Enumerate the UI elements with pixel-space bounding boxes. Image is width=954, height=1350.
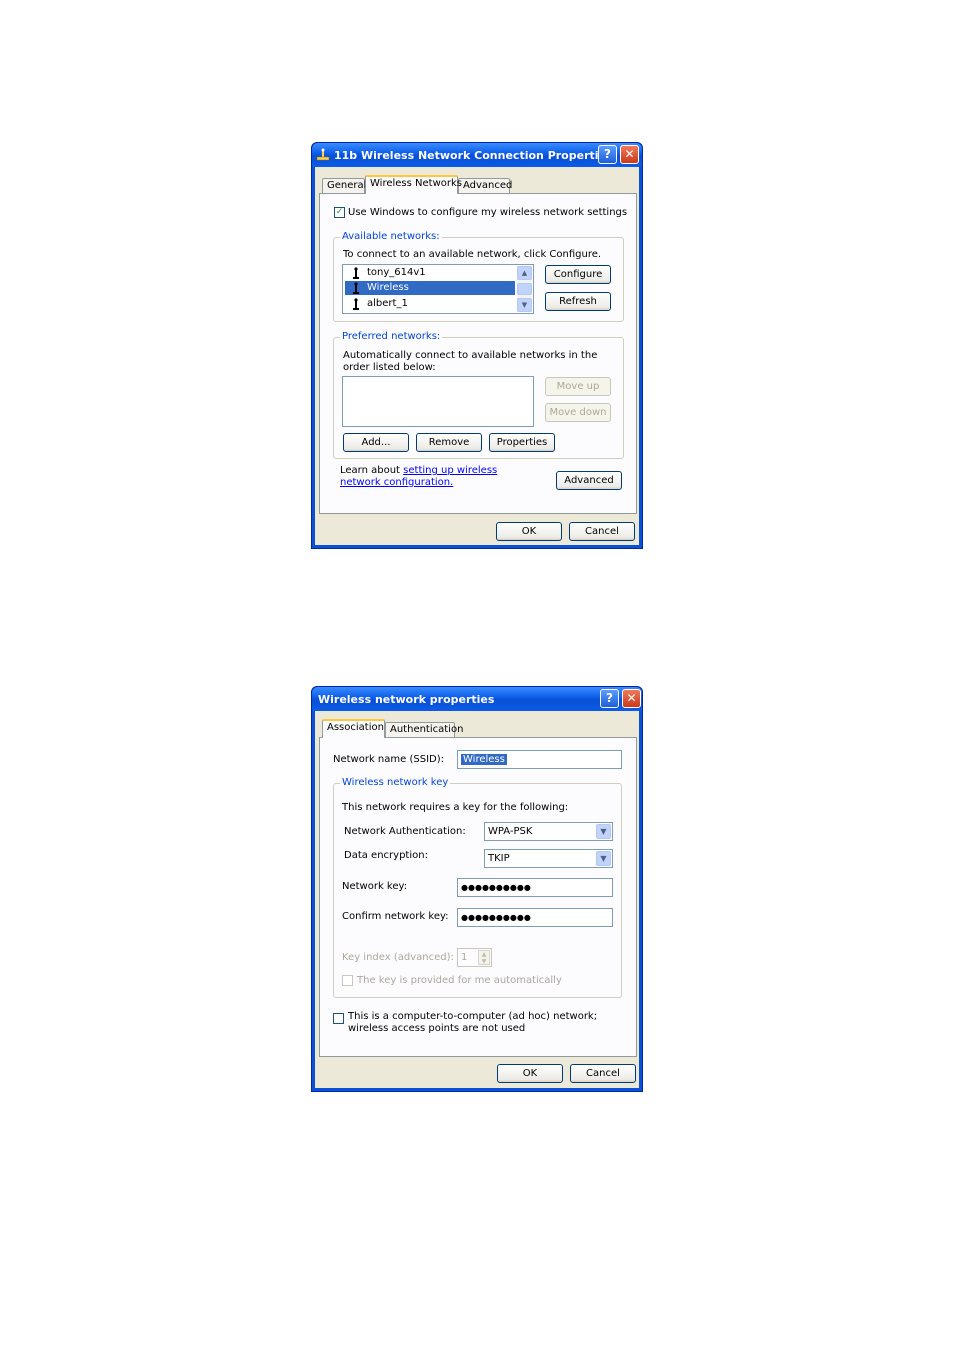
wireless-network-key-group: Wireless network key This network requir…: [333, 777, 622, 998]
preferred-networks-list[interactable]: [342, 376, 534, 427]
title-bar[interactable]: Wireless network properties ? ✕: [312, 687, 642, 711]
available-instruction: To connect to an available network, clic…: [343, 249, 602, 260]
learn-about-text: Learn about setting up wireless network …: [340, 465, 530, 489]
tab-advanced[interactable]: Advanced: [458, 178, 512, 194]
key-index-spinner[interactable]: 1 ▲ ▼: [457, 948, 492, 967]
tab-authentication[interactable]: Authentication: [385, 722, 463, 738]
auth-value: WPA-PSK: [488, 826, 533, 837]
auto-key-checkbox[interactable]: [342, 975, 353, 986]
confirm-key-input[interactable]: ●●●●●●●●●●: [457, 908, 613, 927]
dialog-client-area: Association Authentication Network name …: [315, 711, 639, 1088]
preferred-instruction: Automatically connect to available netwo…: [343, 350, 598, 373]
close-button[interactable]: ✕: [622, 689, 641, 708]
list-scrollbar[interactable]: ▲ ▼: [517, 266, 532, 312]
tab-panel: ✓ Use Windows to configure my wireless n…: [319, 193, 637, 514]
dialog-title: Wireless network properties: [318, 693, 495, 706]
confirm-key-label: Confirm network key:: [342, 911, 449, 922]
antenna-icon: [353, 267, 359, 279]
help-button[interactable]: ?: [600, 689, 619, 708]
adhoc-checkbox[interactable]: [333, 1013, 344, 1024]
key-index-value: 1: [461, 952, 468, 963]
tab-wireless-networks[interactable]: Wireless Networks: [365, 175, 462, 194]
wireless-network-properties-dialog: Wireless network properties ? ✕ Associat…: [311, 686, 643, 1092]
network-authentication-select[interactable]: WPA-PSK ▼: [484, 822, 613, 841]
key-instruction: This network requires a key for the foll…: [342, 802, 569, 813]
auto-key-label: The key is provided for me automatically: [357, 975, 562, 986]
network-connection-icon: [316, 148, 330, 161]
ssid-value: Wireless: [461, 754, 507, 765]
list-item[interactable]: albert_1: [345, 297, 515, 311]
preferred-networks-title: Preferred networks:: [340, 331, 443, 342]
wireless-network-key-title: Wireless network key: [340, 777, 451, 788]
antenna-icon: [353, 298, 359, 310]
configure-button[interactable]: Configure: [545, 265, 611, 284]
refresh-button[interactable]: Refresh: [545, 292, 611, 311]
tab-panel: Network name (SSID): Wireless Wireless n…: [319, 737, 637, 1057]
cancel-button[interactable]: Cancel: [569, 522, 635, 541]
help-button[interactable]: ?: [598, 145, 617, 164]
scroll-thumb[interactable]: [517, 283, 532, 295]
network-name: albert_1: [367, 298, 408, 309]
scroll-up-arrow-icon[interactable]: ▲: [517, 266, 532, 280]
dialog-client-area: General Wireless Networks Advanced ✓ Use…: [315, 167, 639, 545]
available-networks-title: Available networks:: [340, 231, 442, 242]
advanced-button[interactable]: Advanced: [556, 471, 622, 490]
ok-button[interactable]: OK: [496, 522, 562, 541]
chevron-down-icon[interactable]: ▼: [596, 851, 611, 866]
wireless-connection-properties-dialog: 11b Wireless Network Connection Properti…: [311, 142, 643, 549]
cancel-button[interactable]: Cancel: [570, 1064, 636, 1083]
data-encryption-select[interactable]: TKIP ▼: [484, 849, 613, 868]
available-networks-group: Available networks: To connect to an ava…: [333, 231, 624, 322]
title-bar[interactable]: 11b Wireless Network Connection Properti…: [312, 143, 642, 167]
ok-button[interactable]: OK: [497, 1064, 563, 1083]
use-windows-checkbox[interactable]: ✓: [334, 207, 345, 218]
key-index-label: Key index (advanced):: [342, 952, 454, 963]
list-item[interactable]: tony_614v1: [345, 266, 515, 280]
available-networks-list[interactable]: tony_614v1 Wireless albert_1 ▲ ▼: [342, 264, 534, 314]
auth-label: Network Authentication:: [344, 826, 466, 837]
learn-prefix: Learn about: [340, 465, 404, 476]
close-button[interactable]: ✕: [620, 145, 639, 164]
preferred-networks-group: Preferred networks: Automatically connec…: [333, 331, 624, 459]
move-down-button[interactable]: Move down: [545, 403, 611, 422]
encryption-value: TKIP: [488, 853, 510, 864]
spinner-arrows-icon[interactable]: ▲ ▼: [478, 950, 490, 965]
scroll-down-arrow-icon[interactable]: ▼: [517, 298, 532, 312]
ssid-label: Network name (SSID):: [333, 754, 444, 765]
network-name: tony_614v1: [367, 267, 426, 278]
network-name: Wireless: [367, 282, 409, 293]
use-windows-label: Use Windows to configure my wireless net…: [348, 207, 628, 218]
encryption-label: Data encryption:: [344, 850, 428, 861]
list-item[interactable]: Wireless: [345, 281, 515, 295]
move-up-button[interactable]: Move up: [545, 377, 611, 396]
network-key-label: Network key:: [342, 881, 408, 892]
adhoc-label: This is a computer-to-computer (ad hoc) …: [348, 1011, 598, 1034]
add-button[interactable]: Add...: [343, 433, 409, 452]
tab-general[interactable]: General: [322, 178, 366, 194]
network-key-input[interactable]: ●●●●●●●●●●: [457, 878, 613, 897]
dialog-title: 11b Wireless Network Connection Properti…: [334, 149, 613, 162]
tab-association[interactable]: Association: [322, 719, 385, 738]
antenna-icon: [353, 282, 359, 294]
ssid-input[interactable]: Wireless: [457, 750, 622, 769]
properties-button[interactable]: Properties: [489, 433, 555, 452]
chevron-down-icon[interactable]: ▼: [596, 824, 611, 839]
remove-button[interactable]: Remove: [416, 433, 482, 452]
